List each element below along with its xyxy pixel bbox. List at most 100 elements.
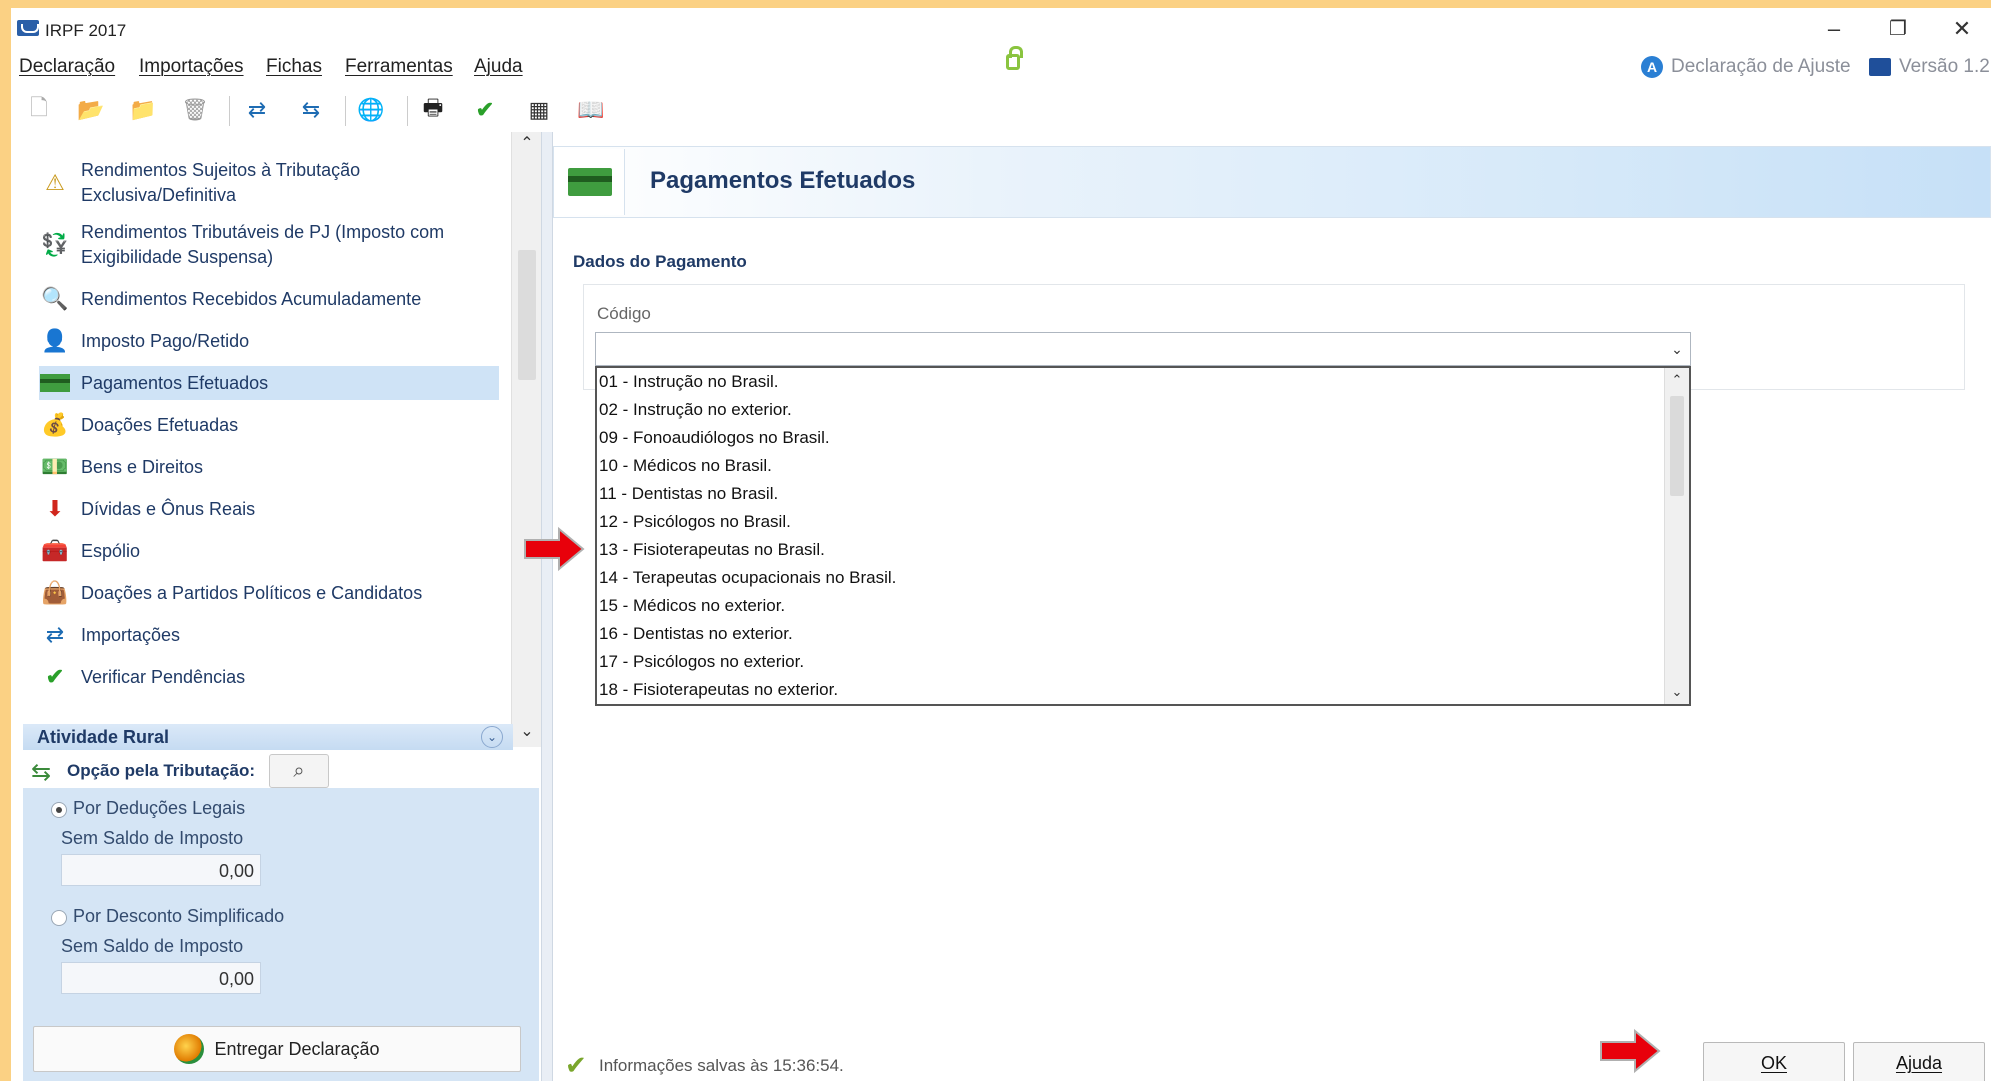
nav-scrollbar[interactable]: ⌃ ⌄ [511,132,542,747]
list-item[interactable]: 15 - Médicos no exterior. [599,592,785,620]
deducoes-legais-label: Por Deduções Legais [73,798,246,818]
list-scroll-thumb[interactable] [1670,396,1684,496]
scroll-down-icon[interactable]: ⌄ [512,720,542,744]
nav-scroll-thumb[interactable] [518,250,536,380]
nav-item-rendimentos-acumulados[interactable]: 🔍 Rendimentos Recebidos Acumuladamente [39,282,499,316]
list-item[interactable]: 16 - Dentistas no exterior. [599,620,793,648]
version-label: Versão 1.2 [1899,56,1990,77]
calculator-icon[interactable]: ▦ [525,96,553,124]
entregar-declaracao-button[interactable]: Entregar Declaração [33,1026,521,1072]
codigo-label: Código [597,304,651,323]
list-item[interactable]: 01 - Instrução no Brasil. [599,368,779,396]
irpf-app-icon [17,20,39,36]
tax-option-search-button[interactable]: ⌕ [269,754,329,788]
list-item[interactable]: 09 - Fonoaudiólogos no Brasil. [599,424,830,452]
expand-chevron-icon[interactable]: ⌄ [481,726,503,748]
restore-button[interactable]: ❐ [1875,14,1921,44]
credit-card-icon [39,369,71,397]
credit-card-icon [568,168,612,196]
menu-ajuda[interactable]: Ajuda [474,56,523,78]
list-item[interactable]: 12 - Psicólogos no Brasil. [599,508,791,536]
title-bar: IRPF 2017 – ❐ ✕ [11,8,1991,48]
list-item[interactable]: 11 - Dentistas no Brasil. [599,480,778,508]
section-header-atividade-rural[interactable]: Atividade Rural ⌄ [23,724,513,750]
menu-ferramentas[interactable]: Ferramentas [345,56,453,78]
verify-checkmark-icon[interactable]: ✔ [471,96,499,124]
open-folder-icon[interactable]: 📂 [77,96,105,124]
new-document-icon[interactable]: 🗋 [25,95,53,124]
codigo-options-list[interactable]: 01 - Instrução no Brasil. 02 - Instrução… [595,366,1691,706]
document-search-icon: 🔍 [41,286,69,311]
trash-icon[interactable]: 🗑 [181,96,209,124]
window-title: IRPF 2017 [45,21,127,40]
scroll-down-icon[interactable]: ⌄ [1665,680,1689,704]
ok-button[interactable]: OK [1703,1042,1845,1081]
person-coin-icon: 👤 [41,328,69,353]
app-window: IRPF 2017 – ❐ ✕ Declaração Importações F… [11,8,1991,1081]
donation-icon: 💰 [41,412,69,437]
nav-item-verificar-pendencias[interactable]: ✔ Verificar Pendências [39,660,499,694]
nav-item-rendimentos-pj[interactable]: 💱 Rendimentos Tributáveis de PJ (Imposto… [39,220,499,270]
list-item[interactable]: 10 - Médicos no Brasil. [599,452,772,480]
version-icon [1869,58,1891,76]
panel-splitter[interactable] [541,132,553,1081]
lock-icon [1006,46,1023,70]
page-header: Pagamentos Efetuados [553,146,1991,218]
nav-item-bens-direitos[interactable]: 💵 Bens e Direitos [39,450,499,484]
codigo-combobox[interactable]: ⌄ [595,332,1691,366]
nav-item-rendimentos-exclusiva[interactable]: ⚠ Rendimentos Sujeitos à Tributação Excl… [39,158,499,208]
saved-checkmark-icon: ✔ [565,1050,587,1080]
political-donation-icon: 👜 [41,580,69,605]
import-icon: ⇄ [45,622,65,647]
debt-arrow-icon: ⬇ [45,496,65,521]
list-item[interactable]: 14 - Terapeutas ocupacionais no Brasil. [599,564,896,592]
search-icon: ⌕ [293,759,305,782]
close-button[interactable]: ✕ [1939,14,1985,44]
submit-globe-icon[interactable]: 🌐 [357,96,385,124]
menu-fichas[interactable]: Fichas [266,56,322,78]
nav-item-doacoes-partidos[interactable]: 👜 Doações a Partidos Políticos e Candida… [39,576,499,610]
tax-option-row: ⇆ Opção pela Tributação: ⌕ [23,752,539,788]
declaration-type-label: Declaração de Ajuste [1671,56,1851,77]
simplificado-value: 0,00 [61,962,261,994]
nav-item-importacoes[interactable]: ⇄ Importações [39,618,499,652]
scroll-up-icon[interactable]: ⌃ [512,132,542,156]
red-arrow-icon [1600,1028,1661,1074]
print-icon[interactable]: 🖶 [419,95,447,124]
nav-item-dividas-onus[interactable]: ⬇ Dívidas e Ônus Reais [39,492,499,526]
page-title: Pagamentos Efetuados [650,167,916,194]
folder-icon[interactable]: 📁 [129,96,157,124]
chevron-down-icon[interactable]: ⌄ [1664,333,1690,365]
deducoes-sub-label: Sem Saldo de Imposto [61,828,244,848]
toolbar-separator [229,96,230,126]
deducoes-value: 0,00 [61,854,261,886]
list-item[interactable]: 13 - Fisioterapeutas no Brasil. [599,536,825,564]
nav-item-doacoes-efetuadas[interactable]: 💰 Doações Efetuadas [39,408,499,442]
list-item[interactable]: 02 - Instrução no exterior. [599,396,792,424]
toolbar: 🗋 📂 📁 🗑 ⇄ ⇆ 🌐 🖶 ✔ ▦ 📖 [11,88,1991,132]
arrows-icon: ⇆ [31,759,52,786]
radio-desconto-simplificado[interactable] [51,910,67,926]
minimize-button[interactable]: – [1811,14,1857,44]
red-arrow-icon [524,526,585,572]
menu-importacoes[interactable]: Importações [139,56,244,78]
help-book-icon[interactable]: 📖 [577,96,605,124]
list-item[interactable]: 18 - Fisioterapeutas no exterior. [599,676,838,704]
radio-deducoes-legais[interactable] [51,802,67,818]
content-area: Pagamentos Efetuados Dados do Pagamento … [553,132,1991,1081]
list-item[interactable]: 17 - Psicólogos no exterior. [599,648,804,676]
import-search-icon[interactable]: ⇆ [297,96,325,124]
checkmark-icon: ✔ [45,664,65,689]
money-people-icon: 💱 [41,232,69,257]
list-scrollbar[interactable]: ⌃ ⌄ [1664,368,1689,704]
nav-item-pagamentos-efetuados[interactable]: Pagamentos Efetuados [39,366,499,400]
menu-declaracao[interactable]: Declaração [19,56,115,78]
scroll-up-icon[interactable]: ⌃ [1665,368,1689,392]
toolbar-separator [345,96,346,126]
globe-icon [174,1034,205,1064]
nav-item-imposto-pago[interactable]: 👤 Imposto Pago/Retido [39,324,499,358]
import-icon[interactable]: ⇄ [243,96,271,124]
help-button[interactable]: Ajuda [1853,1042,1985,1081]
document-warning-icon: ⚠ [45,170,65,195]
nav-item-espolio[interactable]: 🧰 Espólio [39,534,499,568]
